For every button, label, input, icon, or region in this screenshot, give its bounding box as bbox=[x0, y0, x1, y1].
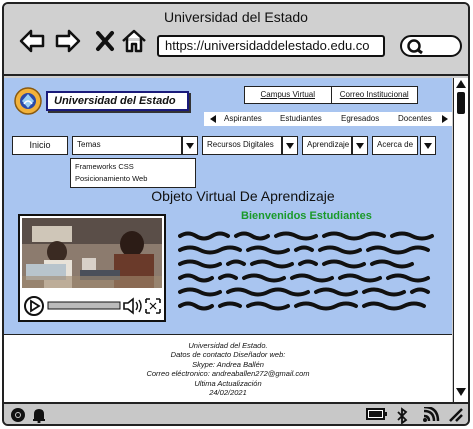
video-thumbnail bbox=[22, 218, 162, 288]
recursos-dropdown-button[interactable] bbox=[282, 136, 298, 155]
menu-temas[interactable]: Temas bbox=[72, 136, 182, 155]
window-title: Universidad del Estado bbox=[164, 9, 308, 25]
chrome-icon[interactable] bbox=[10, 407, 26, 423]
placeholder-text-scribble bbox=[178, 231, 434, 311]
search-icon bbox=[407, 39, 423, 55]
page-scrollbar[interactable] bbox=[453, 78, 468, 402]
audience-docentes[interactable]: Docentes bbox=[398, 112, 432, 126]
footer-line: Correo eléctronico: andreaballen272@gmai… bbox=[146, 369, 310, 379]
dropdown-item-posicionamiento[interactable]: Posicionamiento Web bbox=[75, 173, 191, 185]
correo-institucional-link[interactable]: Correo Institucional bbox=[330, 87, 418, 103]
footer-line: Datos de contacto Diseñador web: bbox=[170, 350, 286, 360]
fullscreen-icon[interactable] bbox=[144, 296, 162, 316]
wifi-icon[interactable] bbox=[422, 407, 440, 423]
os-status-bar bbox=[4, 402, 468, 424]
audience-egresados[interactable]: Egresados bbox=[341, 112, 379, 126]
aprendizaje-dropdown-button[interactable] bbox=[352, 136, 368, 155]
web-page: Universidad del Estado Campus Virtual Co… bbox=[4, 78, 452, 334]
menu-aprendizaje[interactable]: Aprendizaje bbox=[302, 136, 352, 155]
welcome-heading: Bienvenidos Estudiantes bbox=[241, 210, 372, 222]
audience-aspirantes[interactable]: Aspirantes bbox=[224, 112, 262, 126]
temas-dropdown-button[interactable] bbox=[182, 136, 198, 155]
volume-icon[interactable] bbox=[122, 296, 142, 316]
scroll-thumb[interactable] bbox=[457, 92, 465, 114]
battery-icon bbox=[366, 408, 387, 420]
menu-acerca[interactable]: Acerca de bbox=[372, 136, 418, 155]
footer-line: Universidad del Estado. bbox=[188, 341, 268, 350]
brand-name[interactable]: Universidad del Estado bbox=[46, 91, 189, 111]
audience-estudiantes[interactable]: Estudiantes bbox=[280, 112, 322, 126]
footer-line: Skype: Andrea Ballén bbox=[192, 359, 264, 369]
scroll-up-icon[interactable] bbox=[456, 80, 466, 88]
search-box[interactable] bbox=[400, 35, 462, 57]
chevron-left-icon[interactable] bbox=[210, 115, 216, 123]
close-icon[interactable] bbox=[92, 28, 120, 54]
back-arrow-icon[interactable] bbox=[18, 28, 46, 54]
main-menu: Inicio Temas Recursos Digitales Aprendiz… bbox=[12, 136, 442, 156]
address-bar[interactable]: https://universidaddelestado.edu.co bbox=[157, 35, 385, 57]
audience-nav: Aspirantes Estudiantes Egresados Docente… bbox=[204, 112, 452, 126]
chevron-right-icon[interactable] bbox=[442, 115, 448, 123]
page-title: Objeto Virtual De Aprendizaje bbox=[151, 188, 335, 204]
video-player[interactable] bbox=[18, 214, 166, 322]
menu-inicio[interactable]: Inicio bbox=[12, 136, 68, 155]
bluetooth-icon[interactable] bbox=[396, 407, 408, 425]
acerca-dropdown-button[interactable] bbox=[420, 136, 436, 155]
home-icon[interactable] bbox=[120, 28, 148, 54]
bell-icon[interactable] bbox=[32, 407, 46, 423]
top-links: Campus Virtual Correo Institucional bbox=[244, 86, 418, 104]
dropdown-item-frameworks[interactable]: Frameworks CSS bbox=[75, 161, 191, 173]
university-logo bbox=[14, 87, 42, 115]
scroll-down-icon[interactable] bbox=[456, 388, 466, 396]
page-footer: Universidad del Estado. Datos de contact… bbox=[4, 334, 452, 402]
resize-icon[interactable] bbox=[448, 407, 464, 423]
browser-chrome: Universidad del Estado https://universid… bbox=[4, 4, 468, 76]
footer-line: 24/02/2021 bbox=[209, 388, 247, 398]
play-icon[interactable] bbox=[24, 296, 44, 316]
menu-recursos[interactable]: Recursos Digitales bbox=[202, 136, 282, 155]
browser-window: Universidad del Estado https://universid… bbox=[2, 2, 470, 426]
footer-line: Ultima Actualización bbox=[194, 378, 262, 388]
campus-virtual-link[interactable]: Campus Virtual bbox=[245, 87, 331, 103]
temas-dropdown: Frameworks CSS Posicionamiento Web bbox=[70, 158, 196, 188]
forward-arrow-icon[interactable] bbox=[54, 28, 82, 54]
